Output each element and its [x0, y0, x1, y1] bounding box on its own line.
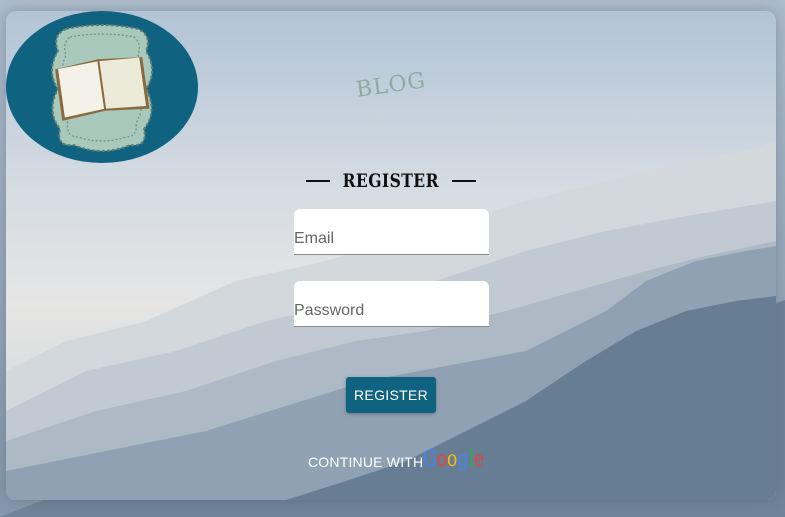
email-field-wrap: [294, 209, 489, 255]
password-field-wrap: [294, 281, 489, 327]
register-button[interactable]: REGISTER: [346, 377, 436, 413]
google-letter: G: [423, 447, 438, 472]
google-signin: CONTINUE WITH G o o g l e: [308, 441, 502, 477]
google-logo-button[interactable]: G o o g l e: [423, 445, 484, 475]
continue-with-label: CONTINUE WITH: [308, 454, 424, 470]
google-letter: o: [447, 447, 458, 472]
heading-rule-right: [451, 180, 476, 182]
blog-logo: [6, 11, 198, 163]
google-letter: g: [457, 447, 469, 472]
heading-rule-left: [306, 180, 331, 182]
register-heading: REGISTER: [306, 169, 476, 193]
heading-text: REGISTER: [342, 170, 440, 192]
google-letter: e: [474, 447, 485, 472]
password-field[interactable]: [294, 302, 484, 320]
register-card: BLOG REGISTER REGISTER CONTINUE WITH G o…: [6, 11, 776, 500]
email-field[interactable]: [294, 230, 484, 248]
google-letter: o: [437, 447, 448, 472]
logo-text: BLOG: [354, 67, 428, 103]
